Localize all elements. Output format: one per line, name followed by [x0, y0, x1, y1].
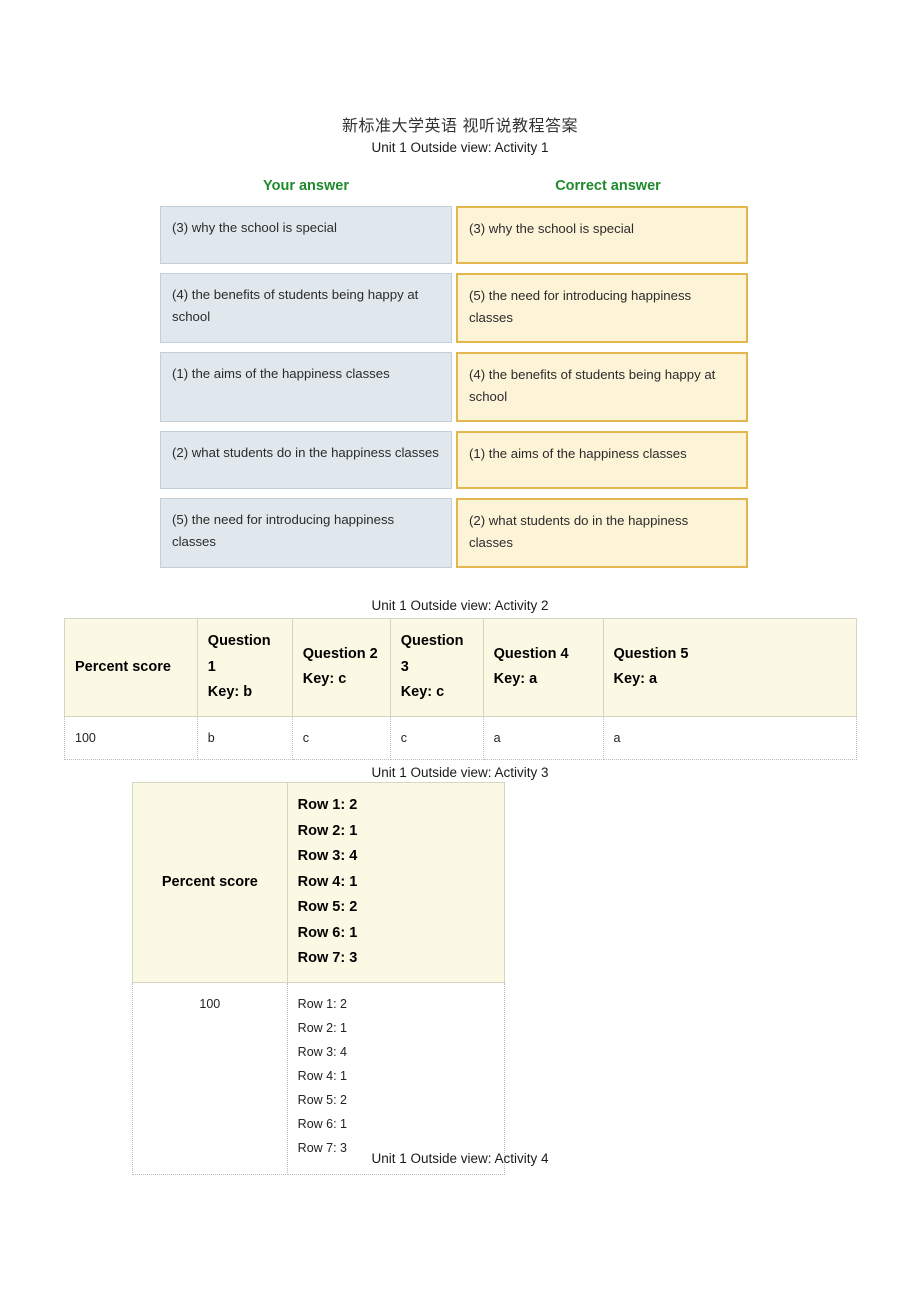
header-line-1: Question 4 — [493, 645, 569, 662]
header-row-key: Row 7: 3 — [297, 950, 358, 966]
match-row: (4) the benefits of students being happy… — [160, 273, 760, 343]
cell-question-5: a — [602, 715, 858, 760]
column-header-question-5: Question 5 Key: a — [602, 618, 858, 717]
column-header-question-3: Question 3 Key: c — [389, 618, 484, 717]
cell-row-answers: Row 1: 2 Row 2: 1 Row 3: 4 Row 4: 1 Row … — [286, 981, 506, 1175]
header-line-2: Key: b — [207, 684, 253, 700]
correct-answer-column-header: Correct answer — [555, 178, 661, 194]
match-row: (3) why the school is special (3) why th… — [160, 206, 760, 264]
activity-2-results-table: Percent score Question 1 Key: b Question… — [64, 618, 858, 760]
header-line-2: Key: c — [400, 684, 445, 700]
your-answer-cell: (4) the benefits of students being happy… — [160, 273, 452, 343]
header-line-2: Key: a — [493, 671, 538, 688]
table-header-row: Percent score Row 1: 2 Row 2: 1 Row 3: 4… — [132, 782, 506, 983]
header-row-key: Row 2: 1 — [297, 822, 358, 839]
cell-question-1: b — [196, 715, 293, 760]
header-row-key: Row 1: 2 — [297, 797, 358, 813]
activity-2-label: Unit 1 Outside view: Activity 2 — [371, 598, 549, 613]
answer-row: Row 1: 2 — [297, 996, 348, 1011]
activity-1-column-headers: Your answer Correct answer — [160, 178, 760, 206]
match-row: (5) the need for introducing happiness c… — [160, 498, 760, 568]
correct-answer-cell: (2) what students do in the happiness cl… — [456, 498, 748, 568]
column-header-percent-score: Percent score — [132, 782, 288, 983]
header-row-key: Row 3: 4 — [297, 848, 358, 864]
header-line-2: Key: a — [613, 671, 658, 688]
match-row: (1) the aims of the happiness classes (4… — [160, 352, 760, 422]
your-answer-cell: (2) what students do in the happiness cl… — [160, 431, 452, 489]
correct-answer-cell: (4) the benefits of students being happy… — [456, 352, 748, 422]
match-row: (2) what students do in the happiness cl… — [160, 431, 760, 489]
table-row: 100 b c c a a — [64, 715, 858, 760]
answer-row: Row 4: 1 — [297, 1068, 348, 1083]
page-title: 新标准大学英语 视听说教程答案 — [342, 118, 578, 135]
header-line-2: Key: c — [302, 671, 347, 688]
cell-question-2: c — [291, 715, 391, 760]
your-answer-cell: (3) why the school is special — [160, 206, 452, 264]
activity-1-label: Unit 1 Outside view: Activity 1 — [371, 140, 549, 155]
activity-4-label: Unit 1 Outside view: Activity 4 — [371, 1151, 549, 1166]
cell-question-3: c — [389, 715, 484, 760]
correct-answer-cell: (3) why the school is special — [456, 206, 748, 264]
header-row-key: Row 5: 2 — [297, 899, 358, 915]
answer-row: Row 5: 2 — [297, 1092, 348, 1107]
answer-row: Row 3: 4 — [297, 1044, 348, 1059]
your-answer-cell: (1) the aims of the happiness classes — [160, 352, 452, 422]
table-row: 100 Row 1: 2 Row 2: 1 Row 3: 4 Row 4: 1 … — [132, 981, 506, 1175]
header-row-key: Row 6: 1 — [297, 924, 358, 941]
activity-3-results-table: Percent score Row 1: 2 Row 2: 1 Row 3: 4… — [132, 782, 506, 1175]
header-line-1: Question 1 — [207, 633, 271, 675]
activity-3-label: Unit 1 Outside view: Activity 3 — [371, 765, 549, 780]
your-answer-cell: (5) the need for introducing happiness c… — [160, 498, 452, 568]
activity-1-matching-block: Your answer Correct answer (3) why the s… — [160, 178, 760, 577]
column-header-question-2: Question 2 Key: c — [291, 618, 391, 717]
table-header-row: Percent score Question 1 Key: b Question… — [64, 618, 858, 717]
correct-answer-cell: (1) the aims of the happiness classes — [456, 431, 748, 489]
column-header-question-4: Question 4 Key: a — [482, 618, 604, 717]
answer-row: Row 6: 1 — [297, 1116, 348, 1131]
activity-1-rows: (3) why the school is special (3) why th… — [160, 206, 760, 577]
column-header-row-keys: Row 1: 2 Row 2: 1 Row 3: 4 Row 4: 1 Row … — [286, 782, 506, 983]
column-header-question-1: Question 1 Key: b — [196, 618, 293, 717]
cell-question-4: a — [482, 715, 604, 760]
your-answer-column-header: Your answer — [263, 178, 349, 194]
cell-percent-score: 100 — [64, 715, 198, 760]
header-line-1: Question 5 — [613, 645, 689, 662]
answer-row: Row 2: 1 — [297, 1020, 348, 1035]
column-header-percent-score: Percent score — [64, 618, 198, 717]
header-line-1: Question 2 — [302, 645, 378, 662]
header-row-key: Row 4: 1 — [297, 873, 358, 890]
correct-answer-cell: (5) the need for introducing happiness c… — [456, 273, 748, 343]
header-line-1: Percent score — [75, 658, 171, 675]
cell-percent-score: 100 — [132, 981, 288, 1175]
header-line-1: Question 3 — [400, 633, 464, 675]
